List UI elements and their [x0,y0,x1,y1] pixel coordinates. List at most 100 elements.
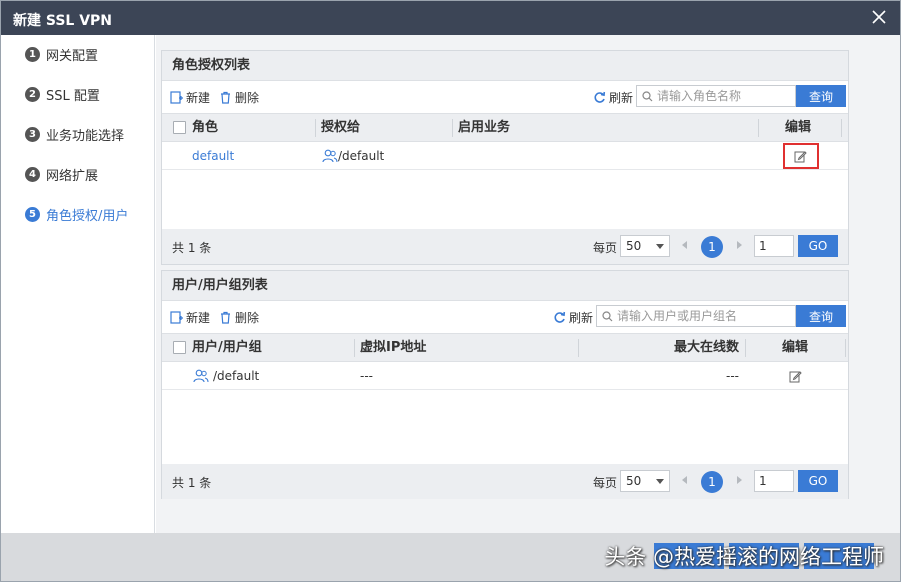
column-divider [315,119,316,137]
go-button[interactable]: GO [798,235,838,257]
delete-role-button[interactable]: 删除 [219,89,259,106]
user-table-header: 用户/用户组 虚拟IP地址 最大在线数 编辑 [162,333,848,362]
add-icon [170,311,183,324]
user-cell: /default [193,362,259,390]
new-label: 新建 [186,91,211,105]
role-auth-panel: 角色授权列表 新建 删除 刷新 查询 [161,50,849,265]
current-page[interactable]: 1 [701,471,723,493]
step-role-user[interactable]: 5 角色授权/用户 [25,204,128,224]
goto-page-input[interactable]: 1 [754,470,794,492]
role-pagination: 共 1 条 每页 50 1 1 GO [162,229,848,264]
new-role-button[interactable]: 新建 [170,89,210,106]
column-granted-to: 授权给 [321,120,361,135]
column-user-group: 用户/用户组 [192,340,262,355]
step-ssl-config[interactable]: 2 SSL 配置 [25,84,100,104]
new-label: 新建 [186,311,211,325]
column-divider [758,119,759,137]
edit-role-button[interactable] [794,142,807,170]
new-user-button[interactable]: 新建 [170,309,210,326]
select-all-checkbox[interactable] [173,341,186,354]
user-search-box [596,305,796,327]
delete-user-button[interactable]: 删除 [219,309,259,326]
edit-icon [789,370,802,382]
step-number-2: 2 [25,86,40,102]
page-size-value: 50 [626,239,642,253]
step-service-select[interactable]: 3 业务功能选择 [25,124,124,144]
search-icon [602,310,613,321]
step-number-1: 1 [25,46,40,62]
step-label: 业务功能选择 [46,128,125,144]
edit-user-button[interactable] [789,362,802,390]
dialog-title: 新建 SSL VPN [13,13,113,29]
step-label: 角色授权/用户 [46,208,129,224]
refresh-label: 刷新 [609,91,634,105]
panel-title: 角色授权列表 [162,51,848,81]
panel-title: 用户/用户组列表 [162,271,848,301]
per-page-label: 每页 [593,476,618,490]
role-search-box [636,85,796,107]
search-icon [642,90,653,101]
user-value: /default [213,369,260,383]
page-size-select[interactable]: 50 [620,470,670,492]
refresh-user-button[interactable]: 刷新 [553,309,593,326]
main-content: 角色授权列表 新建 删除 刷新 查询 [156,35,900,533]
column-edit: 编辑 [785,120,812,135]
step-network-extension[interactable]: 4 网络扩展 [25,164,98,184]
column-virtual-ip: 虚拟IP地址 [360,340,427,355]
prev-page-icon[interactable] [682,476,687,484]
step-number-3: 3 [25,126,40,142]
max-online-cell: --- [726,369,739,383]
next-page-icon[interactable] [737,476,742,484]
role-query-button[interactable]: 查询 [796,85,846,107]
page-size-select[interactable]: 50 [620,235,670,257]
user-group-icon [322,149,338,163]
granted-to-value: /default [338,149,385,163]
go-button[interactable]: GO [798,470,838,492]
goto-page-input[interactable]: 1 [754,235,794,257]
user-query-button[interactable]: 查询 [796,305,846,327]
page-size-value: 50 [626,474,642,488]
trash-icon [221,311,230,324]
ssl-vpn-dialog: 新建 SSL VPN 1 网关配置 2 SSL 配置 3 业务功能选择 4 网络… [0,0,901,582]
column-divider [452,119,453,137]
column-role: 角色 [192,120,219,135]
step-gateway-config[interactable]: 1 网关配置 [25,44,98,64]
column-divider [354,339,355,357]
refresh-role-button[interactable]: 刷新 [593,89,633,106]
next-page-icon[interactable] [737,241,742,249]
role-search-input[interactable] [657,89,787,103]
role-table-header: 角色 授权给 启用业务 编辑 [162,113,848,142]
trash-icon [221,91,230,104]
user-group-icon [193,369,209,383]
refresh-label: 刷新 [569,311,594,325]
role-name-link[interactable]: default [192,142,234,170]
refresh-icon [594,91,606,103]
step-number-5: 5 [25,206,40,222]
user-pagination: 共 1 条 每页 50 1 1 GO [162,464,848,499]
wizard-steps: 1 网关配置 2 SSL 配置 3 业务功能选择 4 网络扩展 5 角色授权/用… [1,35,155,533]
user-toolbar: 新建 删除 刷新 查询 [162,301,848,333]
chevron-down-icon [656,479,664,484]
total-count: 共 1 条 [172,476,212,490]
step-label: 网关配置 [46,48,99,64]
column-services: 启用业务 [458,120,511,135]
column-divider [845,339,846,357]
user-search-input[interactable] [617,309,787,323]
column-edit: 编辑 [782,340,809,355]
watermark-text: 头条 @热爱摇滚的网络工程师 [604,545,884,569]
current-page[interactable]: 1 [701,236,723,258]
close-icon[interactable] [870,8,888,26]
user-group-panel: 用户/用户组列表 新建 删除 刷新 查询 [161,270,849,499]
virtual-ip-cell: --- [360,369,373,383]
step-number-4: 4 [25,166,40,182]
delete-label: 删除 [235,311,260,325]
step-label: SSL 配置 [46,88,100,104]
dialog-footer: 头条 @热爱摇滚的网络工程师 [1,533,900,581]
select-all-checkbox[interactable] [173,121,186,134]
edit-icon [794,150,807,162]
column-divider [578,339,579,357]
refresh-icon [554,311,566,323]
prev-page-icon[interactable] [682,241,687,249]
column-divider [745,339,746,357]
column-divider [841,119,842,137]
